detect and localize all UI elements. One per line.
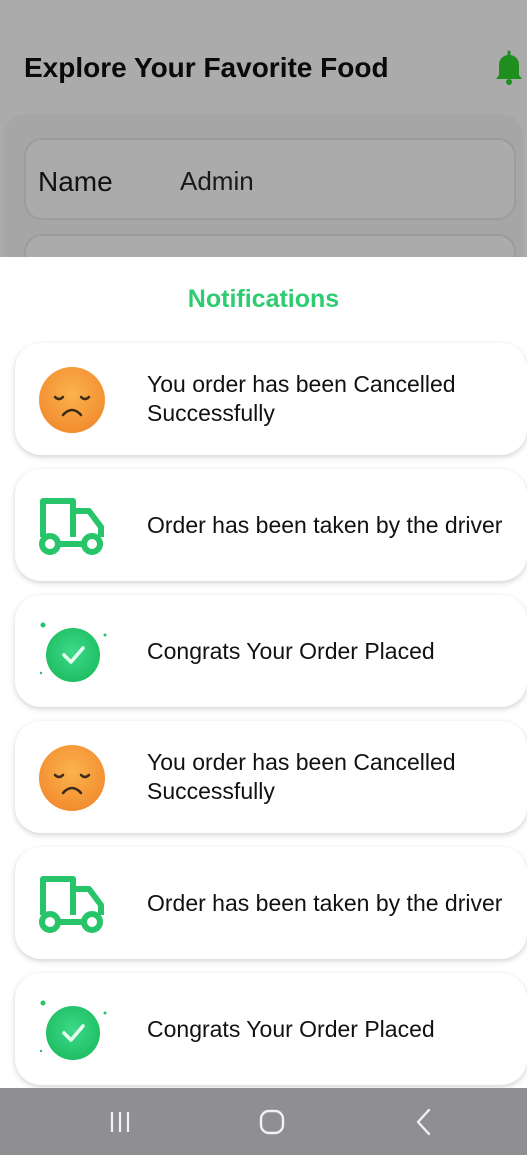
notification-item[interactable]: Congrats Your Order Placed — [15, 595, 527, 707]
delivery-truck-icon — [39, 876, 104, 933]
notification-text: You order has been Cancelled Successfull… — [147, 749, 456, 804]
success-check-icon — [39, 622, 107, 682]
home-icon[interactable] — [252, 1102, 292, 1142]
notification-item[interactable]: Order has been taken by the driver — [15, 847, 527, 959]
background-page: Explore Your Favorite Food Name Admin — [0, 0, 527, 316]
notification-text: Congrats Your Order Placed — [147, 1015, 435, 1042]
name-label: Name — [38, 166, 113, 197]
name-value: Admin — [180, 166, 254, 196]
notifications-title: Notifications — [187, 285, 340, 313]
sad-face-icon — [39, 367, 105, 433]
back-icon[interactable] — [404, 1102, 444, 1142]
page-title: Explore Your Favorite Food — [24, 52, 389, 83]
screen: Explore Your Favorite Food Name Admin No… — [0, 0, 527, 1155]
notification-item[interactable]: You order has been Cancelled Successfull… — [15, 721, 527, 833]
notification-text: Order has been taken by the driver — [147, 889, 503, 916]
delivery-truck-icon — [39, 498, 104, 555]
notification-text: Order has been taken by the driver — [147, 511, 503, 538]
notification-item[interactable]: Congrats Your Order Placed — [15, 973, 527, 1085]
notification-item[interactable]: You order has been Cancelled Successfull… — [15, 343, 527, 455]
notification-item[interactable]: Order has been taken by the driver — [15, 469, 527, 581]
notification-text: Congrats Your Order Placed — [147, 637, 435, 664]
sad-face-icon — [39, 745, 105, 811]
system-navigation-bar — [0, 1088, 527, 1155]
recent-apps-icon[interactable] — [100, 1102, 140, 1142]
name-field: Name Admin — [24, 138, 516, 220]
success-check-icon — [39, 1000, 107, 1060]
notification-text: You order has been Cancelled Successfull… — [147, 371, 456, 426]
notifications-sheet: Notifications You order has been Cancell… — [0, 257, 527, 1090]
bell-icon[interactable] — [494, 50, 524, 86]
